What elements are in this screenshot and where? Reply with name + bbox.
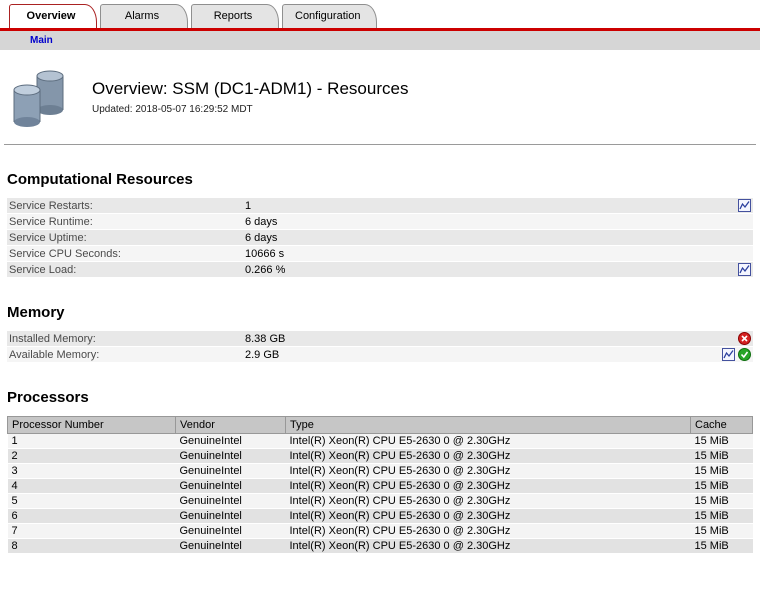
column-header: Vendor: [176, 417, 286, 434]
tab-label: Reports: [214, 10, 253, 22]
table-cell: 15 MiB: [691, 494, 753, 509]
table-cell: 15 MiB: [691, 464, 753, 479]
table-cell: 4: [8, 479, 176, 494]
tab-overview[interactable]: Overview: [9, 4, 97, 28]
table-cell: GenuineIntel: [176, 464, 286, 479]
table-cell: 5: [8, 494, 176, 509]
processors-body: 1GenuineIntelIntel(R) Xeon(R) CPU E5-263…: [8, 434, 753, 554]
table-cell: GenuineIntel: [176, 449, 286, 464]
table-cell: 15 MiB: [691, 434, 753, 449]
attribute-value: 10666 s: [245, 248, 751, 260]
attribute-row: Service Runtime:6 days: [7, 214, 753, 230]
attribute-icons: [738, 332, 753, 345]
attribute-row: Service Load:0.266 %: [7, 262, 753, 278]
table-cell: 8: [8, 539, 176, 554]
attribute-icons: [722, 348, 753, 361]
table-cell: GenuineIntel: [176, 479, 286, 494]
tab-label: Overview: [27, 10, 76, 22]
table-cell: 15 MiB: [691, 479, 753, 494]
table-cell: Intel(R) Xeon(R) CPU E5-2630 0 @ 2.30GHz: [286, 449, 691, 464]
table-row: 3GenuineIntelIntel(R) Xeon(R) CPU E5-263…: [8, 464, 753, 479]
breadcrumb: Main: [0, 31, 760, 51]
table-cell: GenuineIntel: [176, 434, 286, 449]
tab-alarms[interactable]: Alarms: [100, 4, 188, 28]
chart-icon[interactable]: [738, 263, 751, 276]
column-header: Cache: [691, 417, 753, 434]
tab-bar: Overview Alarms Reports Configuration: [0, 0, 760, 28]
table-cell: Intel(R) Xeon(R) CPU E5-2630 0 @ 2.30GHz: [286, 509, 691, 524]
table-cell: 2: [8, 449, 176, 464]
table-row: 8GenuineIntelIntel(R) Xeon(R) CPU E5-263…: [8, 539, 753, 554]
table-row: 2GenuineIntelIntel(R) Xeon(R) CPU E5-263…: [8, 449, 753, 464]
table-cell: 6: [8, 509, 176, 524]
table-cell: Intel(R) Xeon(R) CPU E5-2630 0 @ 2.30GHz: [286, 434, 691, 449]
attribute-label: Service Restarts:: [7, 200, 245, 212]
tab-reports[interactable]: Reports: [191, 4, 279, 28]
attribute-label: Service Load:: [7, 264, 245, 276]
table-cell: 3: [8, 464, 176, 479]
table-cell: Intel(R) Xeon(R) CPU E5-2630 0 @ 2.30GHz: [286, 539, 691, 554]
attribute-value: 1: [245, 200, 738, 212]
table-cell: 15 MiB: [691, 449, 753, 464]
memory-rows: Installed Memory:8.38 GBAvailable Memory…: [7, 331, 753, 363]
table-cell: 7: [8, 524, 176, 539]
processors-table: Processor NumberVendorTypeCache 1Genuine…: [7, 416, 753, 554]
chart-icon[interactable]: [738, 199, 751, 212]
attribute-label: Service Runtime:: [7, 216, 245, 228]
table-cell: GenuineIntel: [176, 539, 286, 554]
table-cell: Intel(R) Xeon(R) CPU E5-2630 0 @ 2.30GHz: [286, 524, 691, 539]
table-cell: Intel(R) Xeon(R) CPU E5-2630 0 @ 2.30GHz: [286, 494, 691, 509]
processors-header-row: Processor NumberVendorTypeCache: [8, 417, 753, 434]
attribute-row: Service Uptime:6 days: [7, 230, 753, 246]
attribute-label: Installed Memory:: [7, 333, 245, 345]
attribute-value: 0.266 %: [245, 264, 738, 276]
tab-label: Configuration: [295, 10, 360, 22]
attribute-value: 6 days: [245, 232, 751, 244]
table-row: 6GenuineIntelIntel(R) Xeon(R) CPU E5-263…: [8, 509, 753, 524]
attribute-label: Service Uptime:: [7, 232, 245, 244]
success-icon: [738, 348, 751, 361]
attribute-value: 2.9 GB: [245, 349, 722, 361]
chart-icon[interactable]: [722, 348, 735, 361]
section-title-memory: Memory: [7, 304, 760, 321]
attribute-row: Installed Memory:8.38 GB: [7, 331, 753, 347]
page-title: Overview: SSM (DC1-ADM1) - Resources: [92, 79, 408, 99]
attribute-icons: [738, 263, 753, 276]
table-cell: GenuineIntel: [176, 524, 286, 539]
header-divider: [4, 144, 756, 145]
table-cell: 15 MiB: [691, 524, 753, 539]
page-header: Overview: SSM (DC1-ADM1) - Resources Upd…: [0, 51, 760, 138]
database-cylinders-icon: [10, 65, 68, 132]
table-cell: GenuineIntel: [176, 494, 286, 509]
updated-timestamp: Updated: 2018-05-07 16:29:52 MDT: [92, 104, 408, 115]
attribute-label: Available Memory:: [7, 349, 245, 361]
tab-configuration[interactable]: Configuration: [282, 4, 377, 28]
section-title-processors: Processors: [7, 389, 760, 406]
column-header: Processor Number: [8, 417, 176, 434]
table-row: 7GenuineIntelIntel(R) Xeon(R) CPU E5-263…: [8, 524, 753, 539]
tab-label: Alarms: [125, 10, 159, 22]
table-cell: Intel(R) Xeon(R) CPU E5-2630 0 @ 2.30GHz: [286, 464, 691, 479]
attribute-value: 8.38 GB: [245, 333, 738, 345]
table-row: 1GenuineIntelIntel(R) Xeon(R) CPU E5-263…: [8, 434, 753, 449]
breadcrumb-link-main[interactable]: Main: [30, 35, 53, 46]
table-row: 5GenuineIntelIntel(R) Xeon(R) CPU E5-263…: [8, 494, 753, 509]
attribute-icons: [738, 199, 753, 212]
attribute-row: Service CPU Seconds:10666 s: [7, 246, 753, 262]
attribute-label: Service CPU Seconds:: [7, 248, 245, 260]
attribute-row: Service Restarts:1: [7, 198, 753, 214]
error-icon: [738, 332, 751, 345]
table-cell: Intel(R) Xeon(R) CPU E5-2630 0 @ 2.30GHz: [286, 479, 691, 494]
table-cell: GenuineIntel: [176, 509, 286, 524]
table-row: 4GenuineIntelIntel(R) Xeon(R) CPU E5-263…: [8, 479, 753, 494]
attribute-value: 6 days: [245, 216, 751, 228]
table-cell: 15 MiB: [691, 539, 753, 554]
computational-rows: Service Restarts:1Service Runtime:6 days…: [7, 198, 753, 278]
column-header: Type: [286, 417, 691, 434]
table-cell: 15 MiB: [691, 509, 753, 524]
attribute-row: Available Memory:2.9 GB: [7, 347, 753, 363]
table-cell: 1: [8, 434, 176, 449]
section-title-computational: Computational Resources: [7, 171, 760, 188]
